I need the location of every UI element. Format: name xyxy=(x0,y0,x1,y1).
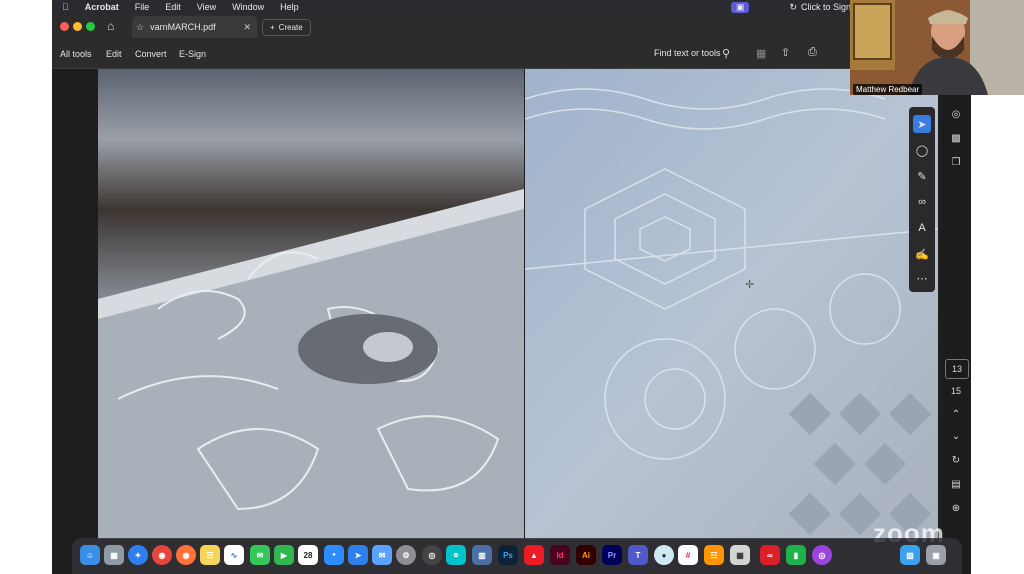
creative-cloud-icon[interactable]: ∞ xyxy=(760,545,780,565)
acrobat-toolbar: All tools Edit Convert E-Sign Find text … xyxy=(52,40,971,69)
current-page-field[interactable]: 13 xyxy=(945,359,969,379)
refresh-icon[interactable]: ↻ xyxy=(945,451,967,469)
chrome-icon[interactable]: ◉ xyxy=(152,545,172,565)
crosshair-cursor-icon: ✛ xyxy=(745,279,755,291)
facetime-icon[interactable]: ▶ xyxy=(274,545,294,565)
quick-tools-rail: ➤ ◯ ✎ ∞ A ✍ ⋯ xyxy=(909,107,935,292)
tab-bar: ⌂ ☆ varnMARCH.pdf ✕ + Create xyxy=(52,14,971,40)
total-pages: 15 xyxy=(950,386,961,396)
print-icon[interactable]: ⎙ xyxy=(808,46,817,59)
tool-esign[interactable]: E-Sign xyxy=(179,49,206,59)
photo-embossed-acrylic-sheet xyxy=(98,69,524,539)
pages-icon[interactable]: ❐ xyxy=(945,153,967,171)
home-icon[interactable]: ⌂ xyxy=(107,19,114,33)
tab-close-icon[interactable]: ✕ xyxy=(243,22,251,33)
select-tool-icon[interactable]: ➤ xyxy=(913,115,931,133)
premiere-icon[interactable]: Pr xyxy=(602,545,622,565)
participant-video xyxy=(850,0,1024,95)
tool-edit[interactable]: Edit xyxy=(106,49,122,59)
right-side-panel: ◎ ▩ ❐ 13 15 ⌃ ⌄ ↻ ▤ ⊕ xyxy=(942,95,971,574)
previous-page-icon[interactable]: ⌃ xyxy=(945,405,967,423)
close-window-button[interactable] xyxy=(60,22,69,31)
safari-icon[interactable]: ✦ xyxy=(128,545,148,565)
app-icon[interactable]: ● xyxy=(654,545,674,565)
menu-view[interactable]: View xyxy=(197,2,216,12)
canva-icon[interactable]: ✿ xyxy=(446,545,466,565)
comment-tool-icon[interactable]: ◯ xyxy=(913,141,931,159)
draw-tool-icon[interactable]: ∞ xyxy=(913,193,931,211)
messages-icon[interactable]: ✉ xyxy=(250,545,270,565)
teams-icon[interactable]: T xyxy=(628,545,648,565)
photo-embossed-patterns xyxy=(525,69,938,539)
zoom-icon[interactable]: ● xyxy=(324,545,344,565)
menu-file[interactable]: File xyxy=(135,2,150,12)
document-icon[interactable]: ▤ xyxy=(945,475,967,493)
tab-title: varnMARCH.pdf xyxy=(150,22,216,32)
apple-icon[interactable]:  xyxy=(62,2,69,12)
screen-share-icon[interactable]: ▣ xyxy=(730,1,750,13)
star-icon[interactable]: ☆ xyxy=(136,22,144,33)
menu-help[interactable]: Help xyxy=(280,2,299,12)
save-icon[interactable]: ▦ xyxy=(756,47,766,60)
acrobat-window:  Acrobat File Edit View Window Help ▣ ↻… xyxy=(52,0,971,574)
pdf-page[interactable]: ✛ xyxy=(98,69,938,539)
tool-all-tools[interactable]: All tools xyxy=(60,49,92,59)
menu-app-name[interactable]: Acrobat xyxy=(85,2,119,12)
firefox-icon[interactable]: ◉ xyxy=(176,545,196,565)
indesign-icon[interactable]: Id xyxy=(550,545,570,565)
zoom-in-icon[interactable]: ⊕ xyxy=(945,499,967,517)
text-tool-icon[interactable]: A xyxy=(913,219,931,237)
app-icon[interactable]: ▦ xyxy=(730,545,750,565)
downloads-icon[interactable]: ▧ xyxy=(900,545,920,565)
plus-icon: + xyxy=(270,23,275,32)
illustrator-icon[interactable]: Ai xyxy=(576,545,596,565)
pen-tool-icon[interactable]: ✎ xyxy=(913,167,931,185)
participant-name-label: Matthew Redbear xyxy=(853,84,923,95)
menu-window[interactable]: Window xyxy=(232,2,264,12)
podcasts-icon[interactable]: ◎ xyxy=(812,545,832,565)
finder-icon[interactable]: ☺ xyxy=(80,545,100,565)
photoshop-icon[interactable]: Ps xyxy=(498,545,518,565)
ai-assistant-icon[interactable]: ◎ xyxy=(945,105,967,123)
upload-icon[interactable]: ⇧ xyxy=(781,46,790,59)
acrobat-icon[interactable]: ▲ xyxy=(524,545,544,565)
create-button[interactable]: + Create xyxy=(262,19,311,36)
books-icon[interactable]: ☷ xyxy=(704,545,724,565)
mail-icon[interactable]: ➤ xyxy=(348,545,368,565)
ai-app-icon[interactable]: ◎ xyxy=(422,545,442,565)
notes-icon[interactable]: ☰ xyxy=(200,545,220,565)
document-tab[interactable]: ☆ varnMARCH.pdf ✕ xyxy=(132,16,257,38)
sign-tool-icon[interactable]: ✍ xyxy=(913,245,931,263)
menu-edit[interactable]: Edit xyxy=(165,2,181,12)
sign-in-icon[interactable]: ↻ xyxy=(789,2,797,13)
minimize-window-button[interactable] xyxy=(73,22,82,31)
search-icon[interactable]: ⚲ xyxy=(722,47,730,60)
bookmark-icon[interactable]: ▩ xyxy=(945,129,967,147)
app-icon[interactable]: ▥ xyxy=(472,545,492,565)
numbers-icon[interactable]: ▮ xyxy=(786,545,806,565)
zoom-window-button[interactable] xyxy=(86,22,95,31)
calendar-icon[interactable]: 28 xyxy=(298,545,318,565)
slack-icon[interactable]: # xyxy=(678,545,698,565)
more-tools-icon[interactable]: ⋯ xyxy=(913,269,931,287)
mac-menu-bar:  Acrobat File Edit View Window Help ▣ ↻… xyxy=(52,0,971,14)
find-text-or-tools[interactable]: Find text or tools xyxy=(654,48,721,58)
next-page-icon[interactable]: ⌄ xyxy=(945,427,967,445)
trash-icon[interactable]: ▣ xyxy=(926,545,946,565)
settings-icon[interactable]: ⚙ xyxy=(396,545,416,565)
mac-dock: ☺ ▦ ✦ ◉ ◉ ☰ ∿ ✉ ▶ 28 ● ➤ ✉ ⚙ ◎ ✿ ▥ Ps ▲ … xyxy=(72,538,962,574)
create-label: Create xyxy=(278,23,303,32)
launchpad-icon[interactable]: ▦ xyxy=(104,545,124,565)
freeform-icon[interactable]: ∿ xyxy=(224,545,244,565)
mail-icon[interactable]: ✉ xyxy=(372,545,392,565)
tool-convert[interactable]: Convert xyxy=(135,49,167,59)
